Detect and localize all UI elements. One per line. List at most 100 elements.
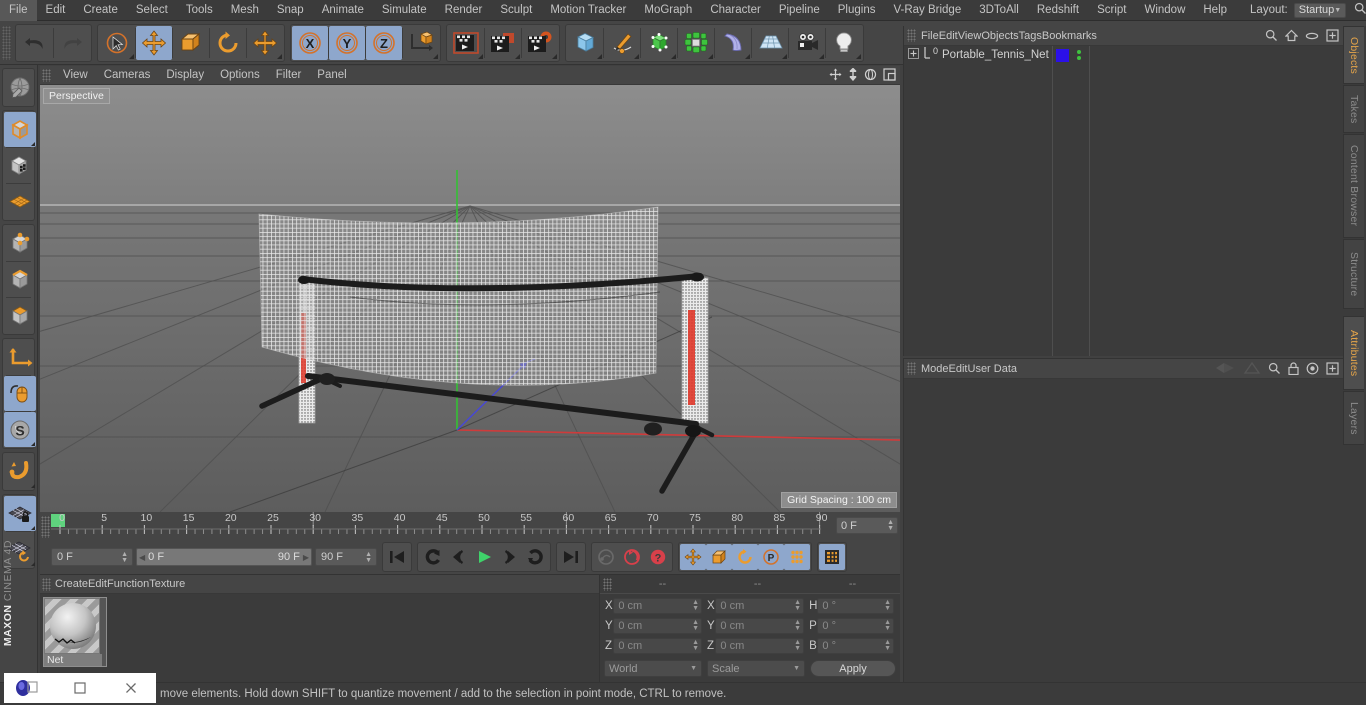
tab-objects[interactable]: Objects bbox=[1343, 26, 1364, 84]
step-forward-button[interactable] bbox=[497, 544, 523, 570]
rotate-tool-button[interactable] bbox=[210, 26, 246, 60]
coordinate-system-dropdown[interactable]: World ▼ bbox=[604, 660, 702, 677]
object-menu-item-bookmarks[interactable]: Bookmarks bbox=[1042, 30, 1097, 42]
menu-item-create[interactable]: Create bbox=[74, 0, 127, 21]
material-menu-item-create[interactable]: Create bbox=[55, 578, 88, 590]
axis-mode-icon[interactable] bbox=[4, 340, 36, 375]
position-key-toggle[interactable] bbox=[680, 544, 706, 570]
viewport-grip[interactable] bbox=[42, 68, 51, 82]
object-manager-tree[interactable]: 0 Portable_Tennis_Net bbox=[904, 46, 1343, 356]
go-to-end-button[interactable] bbox=[558, 544, 584, 570]
viewport-solo-icon[interactable] bbox=[4, 376, 36, 411]
coordinates-position-field[interactable]: 0 cm ▲ ▼ bbox=[613, 597, 703, 614]
material-menu-item-edit[interactable]: Edit bbox=[88, 578, 107, 590]
menu-item-file[interactable]: File bbox=[0, 0, 37, 21]
material-list[interactable]: Net bbox=[40, 594, 599, 682]
attribute-menu-item-mode[interactable]: Mode bbox=[921, 363, 949, 375]
tab-content-browser[interactable]: Content Browser bbox=[1343, 134, 1364, 238]
new-attribute-icon[interactable] bbox=[1326, 361, 1339, 378]
app-icon[interactable] bbox=[4, 673, 55, 703]
attribute-manager-grip[interactable] bbox=[907, 362, 916, 375]
parameter-key-toggle[interactable]: P bbox=[758, 544, 784, 570]
viewport-menu-item-panel[interactable]: Panel bbox=[309, 66, 354, 85]
coordinate-mode-dropdown[interactable]: Scale ▼ bbox=[707, 660, 805, 677]
restore-window-button[interactable] bbox=[55, 673, 106, 703]
object-menu-item-edit[interactable]: Edit bbox=[939, 30, 958, 42]
coordinates-size-field[interactable]: 0 cm ▲ ▼ bbox=[715, 637, 805, 654]
material-grip[interactable] bbox=[42, 577, 51, 591]
object-menu-item-file[interactable]: File bbox=[921, 30, 939, 42]
rotation-key-toggle[interactable] bbox=[732, 544, 758, 570]
spinner-arrows-icon[interactable]: ▲ ▼ bbox=[794, 639, 801, 652]
coordinates-rotation-field[interactable]: 0 ° ▲ ▼ bbox=[817, 617, 895, 634]
coordinates-size-field[interactable]: 0 cm ▲ ▼ bbox=[715, 597, 805, 614]
pla-key-toggle[interactable] bbox=[784, 544, 810, 570]
preview-range-bar[interactable]: ◀ 0 F 90 F ▶ bbox=[136, 548, 312, 566]
bend-deformer-button[interactable] bbox=[715, 26, 751, 60]
spinner-arrows-icon[interactable]: ▲ ▼ bbox=[794, 619, 801, 632]
texture-mode-icon[interactable] bbox=[4, 148, 36, 183]
menu-item-render[interactable]: Render bbox=[436, 0, 492, 21]
floor-scene-button[interactable] bbox=[752, 26, 788, 60]
apply-button[interactable]: Apply bbox=[810, 660, 896, 677]
camera-button[interactable] bbox=[789, 26, 825, 60]
spinner-arrows-icon[interactable]: ▲ ▼ bbox=[365, 551, 372, 564]
play-forward-button[interactable] bbox=[471, 544, 497, 570]
spinner-arrows-icon[interactable]: ▲ ▼ bbox=[121, 551, 128, 564]
menu-item-redshift[interactable]: Redshift bbox=[1028, 0, 1088, 21]
material-menu-item-texture[interactable]: Texture bbox=[149, 578, 185, 590]
search-icon[interactable] bbox=[1265, 29, 1278, 45]
timeline-grip[interactable] bbox=[41, 516, 50, 538]
polygon-uv-mode-icon[interactable] bbox=[4, 184, 36, 219]
menu-item-v-ray-bridge[interactable]: V-Ray Bridge bbox=[884, 0, 970, 21]
material-menu-item-function[interactable]: Function bbox=[107, 578, 149, 590]
menu-item-3dtoall[interactable]: 3DToAll bbox=[970, 0, 1028, 21]
object-row[interactable]: 0 Portable_Tennis_Net bbox=[904, 46, 1343, 64]
prev-object-icon[interactable] bbox=[1214, 361, 1236, 378]
menu-item-plugins[interactable]: Plugins bbox=[829, 0, 885, 21]
render-to-picture-viewer-button[interactable] bbox=[485, 26, 521, 60]
viewport-canvas[interactable]: Perspective Grid Spacing : 100 cm bbox=[40, 85, 900, 512]
enable-snap-icon[interactable]: S bbox=[4, 412, 36, 447]
workplane-magnet-icon[interactable] bbox=[4, 454, 36, 489]
animation-layers-button[interactable] bbox=[819, 544, 845, 570]
viewport-menu-item-display[interactable]: Display bbox=[158, 66, 212, 85]
dolly-icon[interactable] bbox=[848, 67, 858, 84]
object-tag-dots[interactable] bbox=[1077, 50, 1081, 60]
menu-item-snap[interactable]: Snap bbox=[268, 0, 313, 21]
layout-dropdown[interactable]: Startup ▼ bbox=[1293, 2, 1347, 18]
menu-item-simulate[interactable]: Simulate bbox=[373, 0, 436, 21]
viewport-menu-item-options[interactable]: Options bbox=[212, 66, 268, 85]
viewport-menu-item-cameras[interactable]: Cameras bbox=[96, 66, 159, 85]
spinner-arrows-icon[interactable]: ▲ ▼ bbox=[884, 599, 891, 612]
lock-icon[interactable] bbox=[1288, 361, 1299, 378]
new-layer-icon[interactable] bbox=[1326, 29, 1339, 45]
home-icon[interactable] bbox=[1284, 29, 1299, 45]
spinner-arrows-icon[interactable]: ▲ ▼ bbox=[692, 599, 699, 612]
object-color-swatch[interactable] bbox=[1056, 49, 1069, 62]
object-menu-item-tags[interactable]: Tags bbox=[1019, 30, 1042, 42]
material-item[interactable]: Net bbox=[43, 597, 107, 667]
toolbar-grip[interactable] bbox=[2, 26, 11, 60]
record-active-objects-button[interactable] bbox=[593, 544, 619, 570]
play-backwards-button[interactable] bbox=[419, 544, 445, 570]
menu-item-character[interactable]: Character bbox=[701, 0, 770, 21]
polygons-mode-icon[interactable] bbox=[4, 298, 36, 333]
points-mode-icon[interactable] bbox=[4, 226, 36, 261]
max-frame-field[interactable]: 90 F ▲ ▼ bbox=[315, 548, 377, 566]
menu-item-mesh[interactable]: Mesh bbox=[222, 0, 268, 21]
spinner-arrows-icon[interactable]: ▲ ▼ bbox=[692, 639, 699, 652]
redo-button[interactable] bbox=[54, 26, 90, 60]
spinner-arrows-icon[interactable]: ▲ ▼ bbox=[884, 639, 891, 652]
menu-item-select[interactable]: Select bbox=[127, 0, 177, 21]
attribute-manager-content[interactable] bbox=[904, 379, 1343, 681]
timeline-ruler[interactable]: 0 5 10 15 20 25 30 35 40 45 50 55 60 65 70 75 80 85 90 0 F… bbox=[51, 512, 900, 542]
scale-tool-button[interactable] bbox=[173, 26, 209, 60]
coordinates-rotation-field[interactable]: 0 ° ▲ ▼ bbox=[817, 597, 895, 614]
next-object-icon[interactable] bbox=[1243, 361, 1261, 378]
spinner-arrows-icon[interactable]: ▲ ▼ bbox=[794, 599, 801, 612]
tab-layers[interactable]: Layers bbox=[1343, 391, 1364, 445]
coordinates-position-field[interactable]: 0 cm ▲ ▼ bbox=[613, 617, 703, 634]
attribute-menu-item-user-data[interactable]: User Data bbox=[968, 363, 1018, 375]
spinner-arrows-icon[interactable]: ▲ ▼ bbox=[692, 619, 699, 632]
